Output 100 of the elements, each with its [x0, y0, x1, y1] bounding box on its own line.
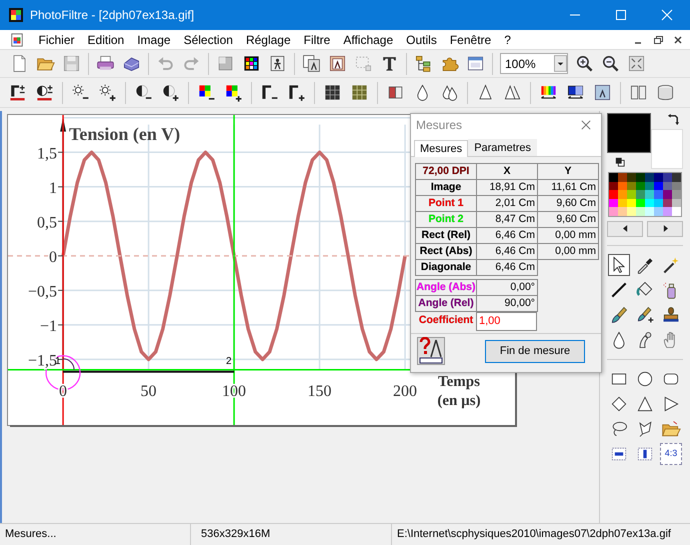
menu-item[interactable]: Sélection	[177, 32, 240, 46]
paste-image-icon[interactable]	[328, 54, 347, 73]
menu-item[interactable]: Réglage	[239, 32, 298, 46]
close-icon[interactable]	[581, 120, 591, 130]
palette-swatch[interactable]	[609, 190, 618, 198]
palette-swatch[interactable]	[672, 190, 681, 198]
image-frame-icon[interactable]	[593, 83, 612, 102]
palette-swatch[interactable]	[627, 190, 636, 198]
palette-swatch[interactable]	[636, 190, 645, 198]
olive-grid-icon[interactable]	[350, 83, 369, 102]
window-title: PhotoFiltre - [2dph07ex13a.gif]	[30, 8, 194, 22]
palette-swatch[interactable]	[636, 173, 645, 182]
drops-icon[interactable]	[440, 83, 459, 102]
field-label: Coefficient	[418, 313, 474, 328]
color-minus-icon[interactable]	[197, 83, 216, 102]
menu-item[interactable]: Edition	[81, 32, 131, 46]
menu-item[interactable]: Image	[130, 32, 178, 46]
help-compass-icon[interactable]	[417, 337, 445, 365]
menu-item[interactable]: Filtre	[297, 32, 337, 46]
palette-swatch[interactable]	[663, 190, 672, 198]
palette-swatch[interactable]	[645, 190, 654, 198]
brightness-plus-icon[interactable]	[98, 83, 117, 102]
palette-swatch[interactable]	[663, 173, 672, 182]
tick-label: 1,5	[37, 145, 58, 162]
gradient-square-icon[interactable]	[216, 54, 235, 73]
palette-swatch[interactable]	[645, 207, 654, 216]
window-icon[interactable]	[466, 54, 485, 73]
palette-swatch[interactable]	[618, 190, 627, 198]
previous-palette-button[interactable]	[607, 220, 643, 236]
table-cell: 0,00°	[476, 279, 538, 296]
palette-swatch[interactable]	[645, 173, 654, 182]
status-text: 536x329x16M	[191, 524, 392, 545]
point-label: 2	[226, 356, 232, 368]
fit-window-icon[interactable]	[627, 54, 646, 73]
zoom-out-icon[interactable]	[601, 54, 620, 73]
cylinder-icon[interactable]	[656, 83, 675, 102]
tick-label: 1	[49, 180, 58, 197]
tab[interactable]: Parametres	[468, 139, 538, 156]
color-grid-icon[interactable]	[242, 54, 261, 73]
palette-swatch[interactable]	[672, 207, 681, 216]
table-cell: 90,00°	[476, 295, 538, 312]
tick-label: 150	[308, 382, 332, 400]
status-text: E:\Internet\scphysiques2010\images07\2dph07ex13a.gif	[396, 527, 672, 542]
menu-item[interactable]: Fenêtre	[443, 32, 498, 46]
aspect-ratio-button[interactable]: 4:3	[660, 442, 682, 464]
next-palette-button[interactable]	[647, 220, 683, 236]
palette-swatch[interactable]	[672, 173, 681, 182]
table-cell: 6,46 Cm	[476, 259, 538, 276]
document-icon[interactable]	[10, 32, 24, 46]
contrast-auto-icon[interactable]	[35, 83, 54, 102]
table-cell: Angle (Abs)	[415, 279, 477, 296]
app-icon	[8, 7, 24, 23]
palette-swatch[interactable]	[636, 207, 645, 216]
palette-swatch[interactable]	[654, 190, 663, 198]
book-icon[interactable]	[629, 83, 648, 102]
triangles-icon[interactable]	[503, 83, 522, 102]
left-arrow-icon	[622, 225, 628, 232]
palette-swatch[interactable]	[627, 207, 636, 216]
table-header: Y	[537, 163, 599, 180]
pointer-tool-icon[interactable]	[608, 254, 630, 276]
palette-swatch[interactable]	[618, 173, 627, 182]
table-cell: Diagonale	[415, 259, 477, 276]
reset-colors-icon[interactable]	[615, 157, 625, 167]
gamma-minus-icon[interactable]	[260, 83, 279, 102]
menu-item[interactable]: Outils	[400, 32, 444, 46]
tree-icon[interactable]	[414, 54, 433, 73]
palette-swatch[interactable]	[618, 207, 627, 216]
menu-item[interactable]: Affichage	[336, 32, 400, 46]
palette-swatch[interactable]	[663, 207, 672, 216]
color-plus-icon[interactable]	[224, 83, 243, 102]
contrast-minus-icon[interactable]	[134, 83, 153, 102]
gamma-auto-icon[interactable]	[8, 83, 27, 102]
zoom-dropdown[interactable]: 100%	[500, 53, 568, 74]
tab[interactable]: Mesures	[414, 140, 468, 157]
brightness-minus-icon[interactable]	[71, 83, 90, 102]
palette-swatch[interactable]	[654, 207, 663, 216]
palette-swatch[interactable]	[654, 173, 663, 182]
palette-swatch[interactable]	[627, 173, 636, 182]
coefficient-field[interactable]: 1,00	[476, 312, 537, 331]
palette-swatch[interactable]	[609, 173, 618, 182]
axis-title: Temps (en µs)	[436, 373, 482, 411]
menu-item[interactable]: Fichier	[32, 32, 82, 46]
status-text: Mesures...	[0, 524, 191, 545]
gamma-plus-icon[interactable]	[287, 83, 306, 102]
swap-arrows-icon[interactable]	[667, 113, 680, 126]
zoom-in-icon[interactable]	[575, 54, 594, 73]
text-tool-icon[interactable]	[380, 54, 399, 73]
tick-label: −1	[40, 318, 58, 335]
tick-label: −0,5	[28, 283, 58, 300]
finish-measure-button[interactable]: Fin de mesure	[485, 340, 585, 362]
palette-swatch[interactable]	[609, 207, 618, 216]
contrast-plus-icon[interactable]	[161, 83, 180, 102]
foreground-color-swatch[interactable]	[607, 113, 651, 153]
menu-item[interactable]: ?	[498, 32, 518, 46]
background-color-swatch[interactable]	[651, 129, 683, 169]
tick-label: 0	[49, 248, 58, 266]
copy-image-icon[interactable]	[302, 54, 321, 73]
printer-icon[interactable]	[96, 54, 115, 73]
dark-grid-icon[interactable]	[323, 83, 342, 102]
figure-frame-icon[interactable]	[268, 54, 287, 73]
